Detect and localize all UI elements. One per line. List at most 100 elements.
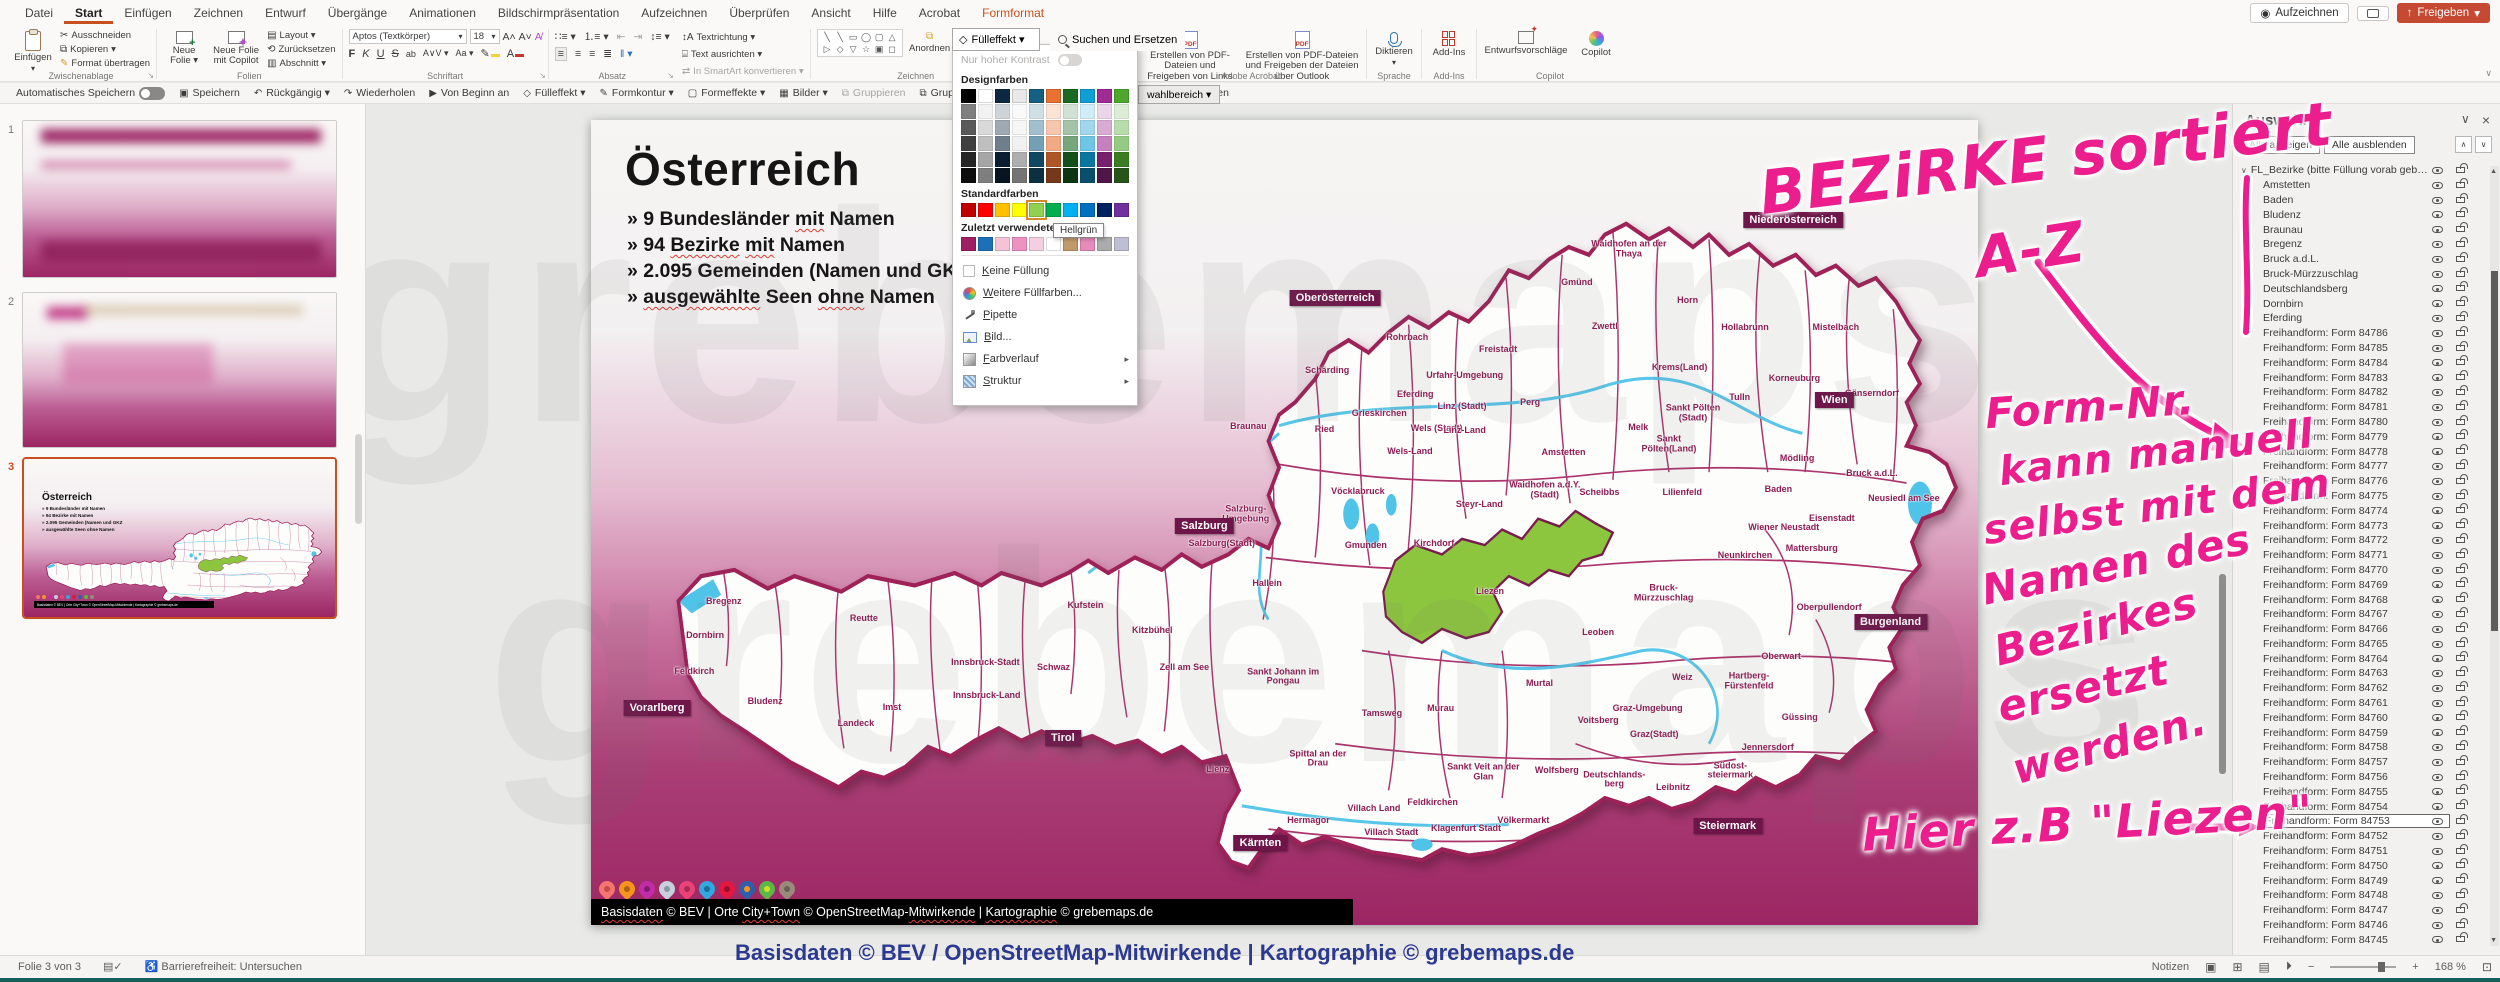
- chevron-down-icon[interactable]: ∨: [2241, 166, 2247, 175]
- unlocked-icon[interactable]: [2456, 714, 2465, 720]
- shape-name[interactable]: Bruck a.d.L.: [2263, 253, 2445, 265]
- visibility-eye-icon[interactable]: [2432, 626, 2443, 633]
- shape-name[interactable]: Freihandform: Form 84779: [2263, 431, 2445, 443]
- color-swatch[interactable]: [1029, 120, 1044, 135]
- visibility-eye-icon[interactable]: [2432, 167, 2443, 174]
- unlocked-icon[interactable]: [2456, 641, 2465, 647]
- color-swatch[interactable]: [978, 89, 993, 103]
- autosave-toggle[interactable]: Automatisches Speichern: [16, 87, 165, 100]
- high-contrast-toggle[interactable]: Nur hoher Kontrast: [961, 51, 1129, 69]
- color-swatch[interactable]: [1080, 89, 1095, 103]
- shape-row[interactable]: Eferding: [2233, 311, 2483, 326]
- pane-close-icon[interactable]: ×: [2482, 112, 2490, 128]
- color-swatch[interactable]: [1097, 89, 1112, 103]
- outdent-button[interactable]: ⇤: [617, 31, 626, 43]
- align-center-button[interactable]: ≡: [575, 48, 581, 60]
- normal-view-icon[interactable]: ▣: [2205, 960, 2216, 974]
- color-swatch[interactable]: [995, 120, 1010, 135]
- visibility-eye-icon[interactable]: [2432, 803, 2443, 810]
- visibility-eye-icon[interactable]: [2432, 552, 2443, 559]
- pane-options-icon[interactable]: ∨: [2461, 112, 2470, 128]
- font-dialog-launcher[interactable]: ↘: [539, 71, 546, 80]
- shape-row[interactable]: Freihandform: Form 84772: [2233, 533, 2483, 548]
- tab-acrobat[interactable]: Acrobat: [908, 2, 971, 24]
- color-swatch[interactable]: [1046, 120, 1061, 135]
- menu-item-more-colors[interactable]: Weitere Füllfarben...: [961, 282, 1129, 304]
- visibility-eye-icon[interactable]: [2432, 641, 2443, 648]
- shape-name[interactable]: Freihandform: Form 84769: [2263, 579, 2445, 591]
- visibility-eye-icon[interactable]: [2432, 581, 2443, 588]
- unlocked-icon[interactable]: [2456, 759, 2465, 765]
- unlocked-icon[interactable]: [2456, 211, 2465, 217]
- color-swatch[interactable]: [1097, 104, 1112, 119]
- shape-row[interactable]: Bludenz: [2233, 207, 2483, 222]
- menu-item-picture[interactable]: Bild...: [961, 326, 1129, 348]
- menu-item-eyedropper[interactable]: Pipette: [961, 304, 1129, 326]
- shape-name[interactable]: Dornbirn: [2263, 298, 2445, 310]
- visibility-eye-icon[interactable]: [2432, 922, 2443, 929]
- shape-row[interactable]: Amstetten: [2233, 178, 2483, 193]
- unlocked-icon[interactable]: [2456, 448, 2465, 454]
- shape-name[interactable]: Freihandform: Form 84778: [2263, 446, 2445, 458]
- redo-button[interactable]: ↷Wiederholen: [344, 87, 415, 99]
- shape-row[interactable]: Freihandform: Form 84758: [2233, 740, 2483, 755]
- unlocked-icon[interactable]: [2456, 256, 2465, 262]
- unlocked-icon[interactable]: [2456, 611, 2465, 617]
- color-swatch[interactable]: [1012, 89, 1027, 103]
- shape-name[interactable]: Freihandform: Form 84775: [2263, 490, 2445, 502]
- change-case-button[interactable]: Aa ▾: [456, 48, 474, 59]
- unlocked-icon[interactable]: [2456, 744, 2465, 750]
- unlocked-icon[interactable]: [2456, 478, 2465, 484]
- tab-animationen[interactable]: Animationen: [398, 2, 487, 24]
- color-swatch[interactable]: [995, 168, 1010, 183]
- color-swatch[interactable]: [1080, 203, 1095, 217]
- shape-name[interactable]: Freihandform: Form 84782: [2263, 386, 2445, 398]
- spellcheck-icon[interactable]: ▤✓: [103, 960, 123, 973]
- unlocked-icon[interactable]: [2456, 315, 2465, 321]
- shape-row[interactable]: Freihandform: Form 84755: [2233, 784, 2483, 799]
- shape-row[interactable]: Freihandform: Form 84748: [2233, 888, 2483, 903]
- unlocked-icon[interactable]: [2456, 818, 2465, 824]
- color-swatch[interactable]: [1012, 203, 1027, 217]
- shape-glyph-11[interactable]: ◻: [888, 44, 895, 55]
- shape-row[interactable]: Freihandform: Form 84774: [2233, 503, 2483, 518]
- tab-start[interactable]: Start: [64, 2, 113, 24]
- shape-row[interactable]: Freihandform: Form 84770: [2233, 563, 2483, 578]
- highlight-button[interactable]: ✎: [481, 47, 500, 60]
- unlocked-icon[interactable]: [2456, 300, 2465, 306]
- dictate-button[interactable]: Diktieren▾: [1373, 29, 1415, 68]
- shape-glyph-9[interactable]: ☆: [862, 44, 870, 55]
- shape-name[interactable]: Freihandform: Form 84781: [2263, 401, 2445, 413]
- unlocked-icon[interactable]: [2456, 907, 2465, 913]
- shape-name[interactable]: Freihandform: Form 84763: [2263, 667, 2445, 679]
- shape-name[interactable]: Freihandform: Form 84773: [2263, 520, 2445, 532]
- shape-row[interactable]: Freihandform: Form 84785: [2233, 341, 2483, 356]
- color-swatch[interactable]: [961, 168, 976, 183]
- color-swatch[interactable]: [1114, 203, 1129, 217]
- selection-pane-button[interactable]: wahlbereich ▾: [1138, 85, 1220, 104]
- shape-row[interactable]: Freihandform: Form 84747: [2233, 903, 2483, 918]
- shape-name[interactable]: Freihandform: Form 84783: [2263, 372, 2445, 384]
- strikethrough-button[interactable]: S: [392, 48, 399, 60]
- indent-button[interactable]: ⇥: [633, 31, 642, 43]
- shape-name[interactable]: Freihandform: Form 84762: [2263, 682, 2445, 694]
- color-swatch[interactable]: [995, 203, 1010, 217]
- unlocked-icon[interactable]: [2456, 700, 2465, 706]
- slideshow-icon[interactable]: ⏵: [2286, 959, 2292, 974]
- shape-name[interactable]: Freihandform: Form 84777: [2263, 460, 2445, 472]
- shape-row[interactable]: Freihandform: Form 84765: [2233, 637, 2483, 652]
- visibility-eye-icon[interactable]: [2432, 433, 2443, 440]
- visibility-eye-icon[interactable]: [2432, 507, 2443, 514]
- unlocked-icon[interactable]: [2456, 877, 2465, 883]
- shape-row[interactable]: Freihandform: Form 84763: [2233, 666, 2483, 681]
- shape-glyph-8[interactable]: ▽: [850, 44, 857, 55]
- color-swatch[interactable]: [1097, 237, 1112, 251]
- shape-name[interactable]: Freihandform: Form 84767: [2263, 608, 2445, 620]
- color-swatch[interactable]: [1063, 168, 1078, 183]
- color-swatch[interactable]: [1012, 152, 1027, 167]
- shape-name-editing[interactable]: Freihandform: Form 84753: [2263, 815, 2449, 827]
- shape-name[interactable]: Freihandform: Form 84752: [2263, 830, 2445, 842]
- shape-name[interactable]: Freihandform: Form 84784: [2263, 357, 2445, 369]
- color-swatch[interactable]: [1114, 152, 1129, 167]
- shape-row[interactable]: Freihandform: Form 84780: [2233, 415, 2483, 430]
